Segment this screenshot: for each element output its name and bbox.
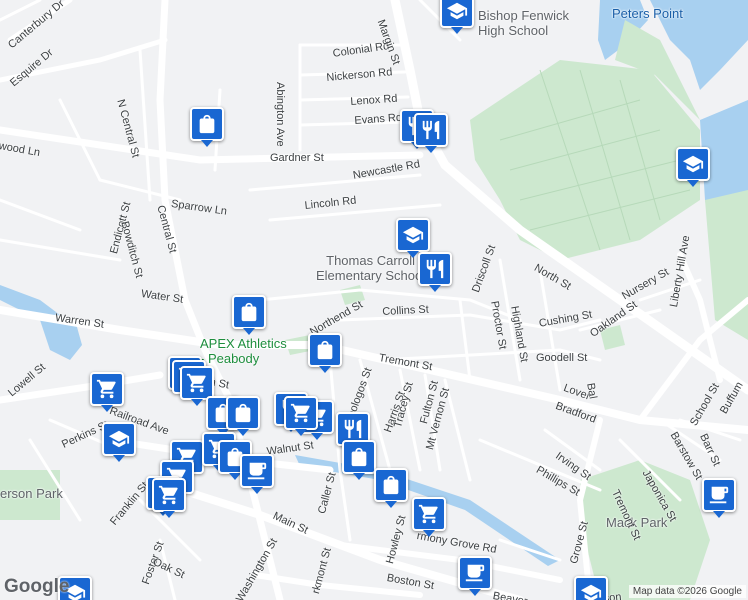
school-marker-icon[interactable] [440,0,474,34]
school-marker-icon[interactable] [574,576,608,600]
cafe-marker-icon[interactable] [458,556,492,596]
street-label: Goodell St [536,352,588,364]
grocery-marker-icon[interactable] [90,372,124,412]
school-marker-icon[interactable] [102,422,136,462]
school-marker-icon[interactable] [396,218,430,258]
restaurant-marker-icon[interactable] [418,252,452,292]
grocery-marker-icon[interactable] [152,478,186,518]
shopping-marker-icon[interactable] [232,295,266,335]
map-base-layer [0,0,748,600]
grocery-marker-icon[interactable] [180,366,214,406]
grocery-marker-icon[interactable] [284,396,318,436]
shopping-marker-icon[interactable] [374,468,408,508]
place-label-peters-point: Peters Point [612,6,683,21]
place-label-bishop-fenwick[interactable]: Bishop Fenwick High School [478,8,569,38]
shopping-marker-icon[interactable] [190,107,224,147]
map-data-credit: Map data ©2026 Google [628,585,746,598]
place-label-erson-park: erson Park [0,486,63,501]
place-label-apex-athletics[interactable]: APEX Athletics - Peabody [200,336,287,366]
cafe-marker-icon[interactable] [702,478,736,518]
street-label: Gardner St [270,152,324,164]
shopping-marker-icon[interactable] [342,440,376,480]
cafe-marker-icon[interactable] [240,454,274,494]
google-logo: Google [4,576,70,597]
school-marker-icon[interactable] [676,147,710,187]
restaurant-marker-icon[interactable] [414,113,448,153]
street-label: Collins St [382,303,430,318]
street-label: Abington Ave [274,82,286,147]
grocery-marker-icon[interactable] [412,497,446,537]
shopping-marker-icon[interactable] [308,333,342,373]
map-canvas[interactable]: Peters Point Bishop Fenwick High School … [0,0,748,600]
shopping-marker-icon[interactable] [226,396,260,436]
street-label: Bal [584,382,599,400]
